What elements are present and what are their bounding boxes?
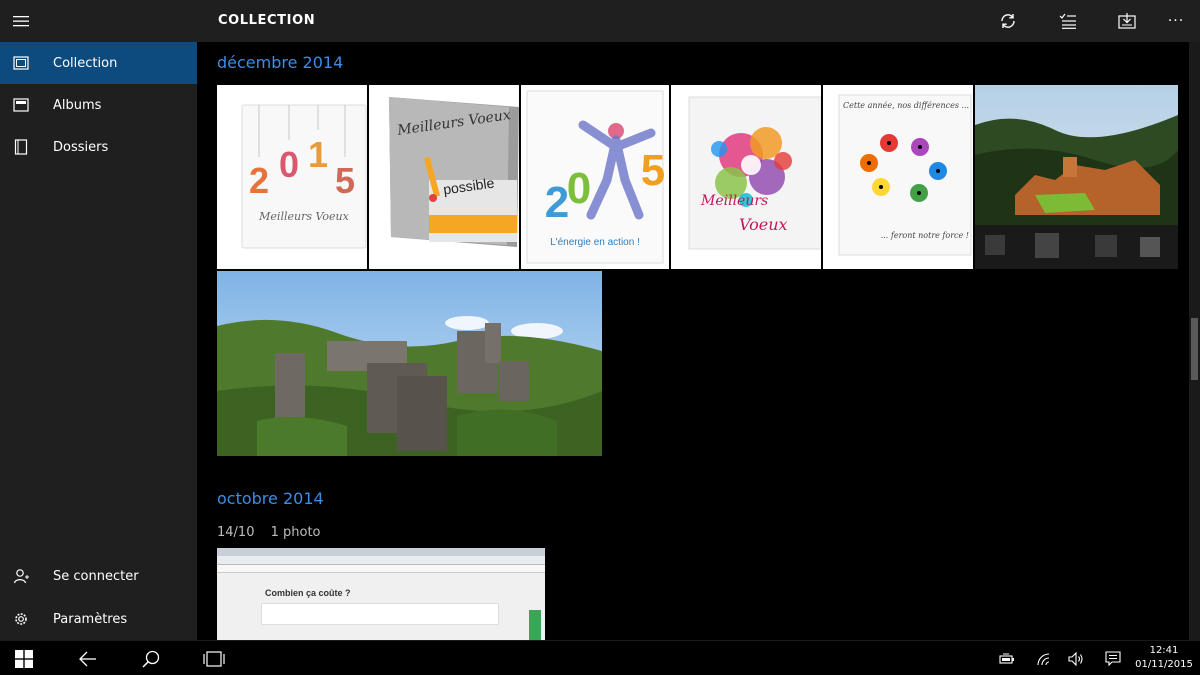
greeting-card-ladybugs-image [838, 94, 972, 256]
card-title: Voeux [739, 215, 788, 234]
night-castle-photo [975, 85, 1178, 269]
taskbar-clock[interactable]: 12:41 01/11/2015 [1133, 644, 1195, 672]
import-icon [1118, 13, 1136, 29]
album-icon [0, 84, 42, 126]
card-caption: L'énergie en action ! [550, 237, 640, 248]
card-title: Meilleurs [701, 193, 769, 209]
nav-item-label: Dossiers [53, 139, 109, 155]
nav-item-dossiers[interactable]: Dossiers [0, 126, 197, 168]
folder-icon [0, 126, 42, 168]
vertical-scrollbar[interactable] [1189, 42, 1200, 640]
svg-text:5: 5 [335, 160, 355, 201]
svg-text:5: 5 [641, 146, 665, 195]
photo-thumbnail[interactable] [975, 85, 1178, 269]
more-options-button[interactable]: ··· [1152, 0, 1200, 42]
notification-icon [1105, 651, 1121, 666]
browser-bookmarks [217, 565, 545, 573]
section-header-december[interactable]: décembre 2014 [217, 53, 343, 72]
nav-item-settings[interactable]: Paramètres [0, 598, 197, 640]
photo-thumbnail[interactable]: Combien ça coûte ? [217, 548, 545, 640]
clock-date: 01/11/2015 [1135, 659, 1193, 670]
import-button[interactable] [1103, 0, 1151, 42]
windows-logo-icon [15, 649, 33, 668]
svg-text:2: 2 [249, 160, 269, 201]
navigation-pane: Collection Albums Dossiers Se connecter … [0, 0, 197, 640]
browser-address-bar [217, 556, 545, 565]
photo-collection-icon [0, 42, 42, 84]
nav-item-albums[interactable]: Albums [0, 84, 197, 126]
hamburger-menu-button[interactable] [0, 0, 42, 42]
back-button[interactable] [64, 641, 112, 675]
battery-icon [999, 653, 1014, 664]
hamburger-icon [13, 16, 29, 27]
photo-thumbnail[interactable]: Meilleurs Voeux [671, 85, 821, 269]
network-tray-button[interactable] [1029, 641, 1059, 675]
refresh-icon [1001, 14, 1015, 28]
photo-count: 1 photo [270, 525, 321, 540]
back-arrow-icon [79, 651, 96, 666]
date-group-header: 14/10 1 photo [217, 525, 333, 540]
web-heading: Combien ça coûte ? [265, 588, 351, 598]
card-caption: Meilleurs Voeux [259, 210, 349, 223]
nav-item-collection[interactable]: Collection [0, 42, 197, 84]
action-center-button[interactable] [1098, 641, 1128, 675]
photo-grid[interactable]: décembre 2014 2 0 1 5 Meilleurs Voeux Me… [197, 42, 1189, 640]
web-side-tab [529, 610, 541, 640]
refresh-button[interactable] [984, 0, 1032, 42]
card-caption: ... feront notre force ! [880, 231, 969, 240]
svg-text:0: 0 [567, 164, 591, 213]
browser-tabs [217, 548, 545, 556]
tablet-mode-tray-button[interactable] [992, 641, 1022, 675]
date-label: 14/10 [217, 525, 255, 540]
nav-item-label: Albums [53, 97, 102, 113]
nav-item-label: Paramètres [53, 611, 128, 627]
nav-item-label: Se connecter [53, 568, 139, 584]
photo-thumbnail[interactable]: Meilleurs Voeux possible [369, 85, 519, 269]
photo-thumbnail[interactable]: 2 0 1 5 Meilleurs Voeux [217, 85, 367, 269]
svg-text:1: 1 [308, 134, 328, 175]
app-header: COLLECTION ··· [197, 0, 1200, 42]
nav-item-sign-in[interactable]: Se connecter [0, 555, 197, 597]
speaker-icon [1068, 651, 1083, 666]
svg-text:2: 2 [545, 178, 569, 227]
scrollbar-thumb[interactable] [1191, 318, 1198, 380]
card-caption: Cette année, nos différences ... [843, 101, 969, 110]
photo-thumbnail[interactable]: 2 0 5 L'énergie en action ! [521, 85, 669, 269]
search-icon [142, 650, 160, 668]
castle-ruins-photo [217, 271, 602, 456]
select-button[interactable] [1044, 0, 1092, 42]
photo-thumbnail[interactable]: Cette année, nos différences ... ... fer… [823, 85, 973, 269]
search-button[interactable] [127, 641, 175, 675]
start-button[interactable] [0, 641, 48, 675]
task-view-button[interactable] [190, 641, 238, 675]
taskbar: 12:41 01/11/2015 [0, 640, 1200, 675]
person-icon [0, 555, 42, 597]
multi-select-icon [1059, 13, 1076, 29]
web-text-box [261, 603, 499, 625]
wifi-icon [1037, 652, 1050, 665]
clock-time: 12:41 [1149, 645, 1179, 656]
section-header-october[interactable]: octobre 2014 [217, 489, 324, 508]
volume-tray-button[interactable] [1061, 641, 1091, 675]
more-icon: ··· [1167, 13, 1185, 29]
photo-thumbnail[interactable] [217, 271, 602, 456]
svg-text:0: 0 [279, 144, 299, 185]
page-title: COLLECTION [218, 13, 316, 28]
gear-icon [0, 598, 42, 640]
task-view-icon [203, 650, 225, 667]
nav-item-label: Collection [53, 55, 118, 71]
greeting-card-2015-image: 2 0 1 5 [241, 104, 367, 249]
greeting-card-floral-image [688, 96, 821, 250]
